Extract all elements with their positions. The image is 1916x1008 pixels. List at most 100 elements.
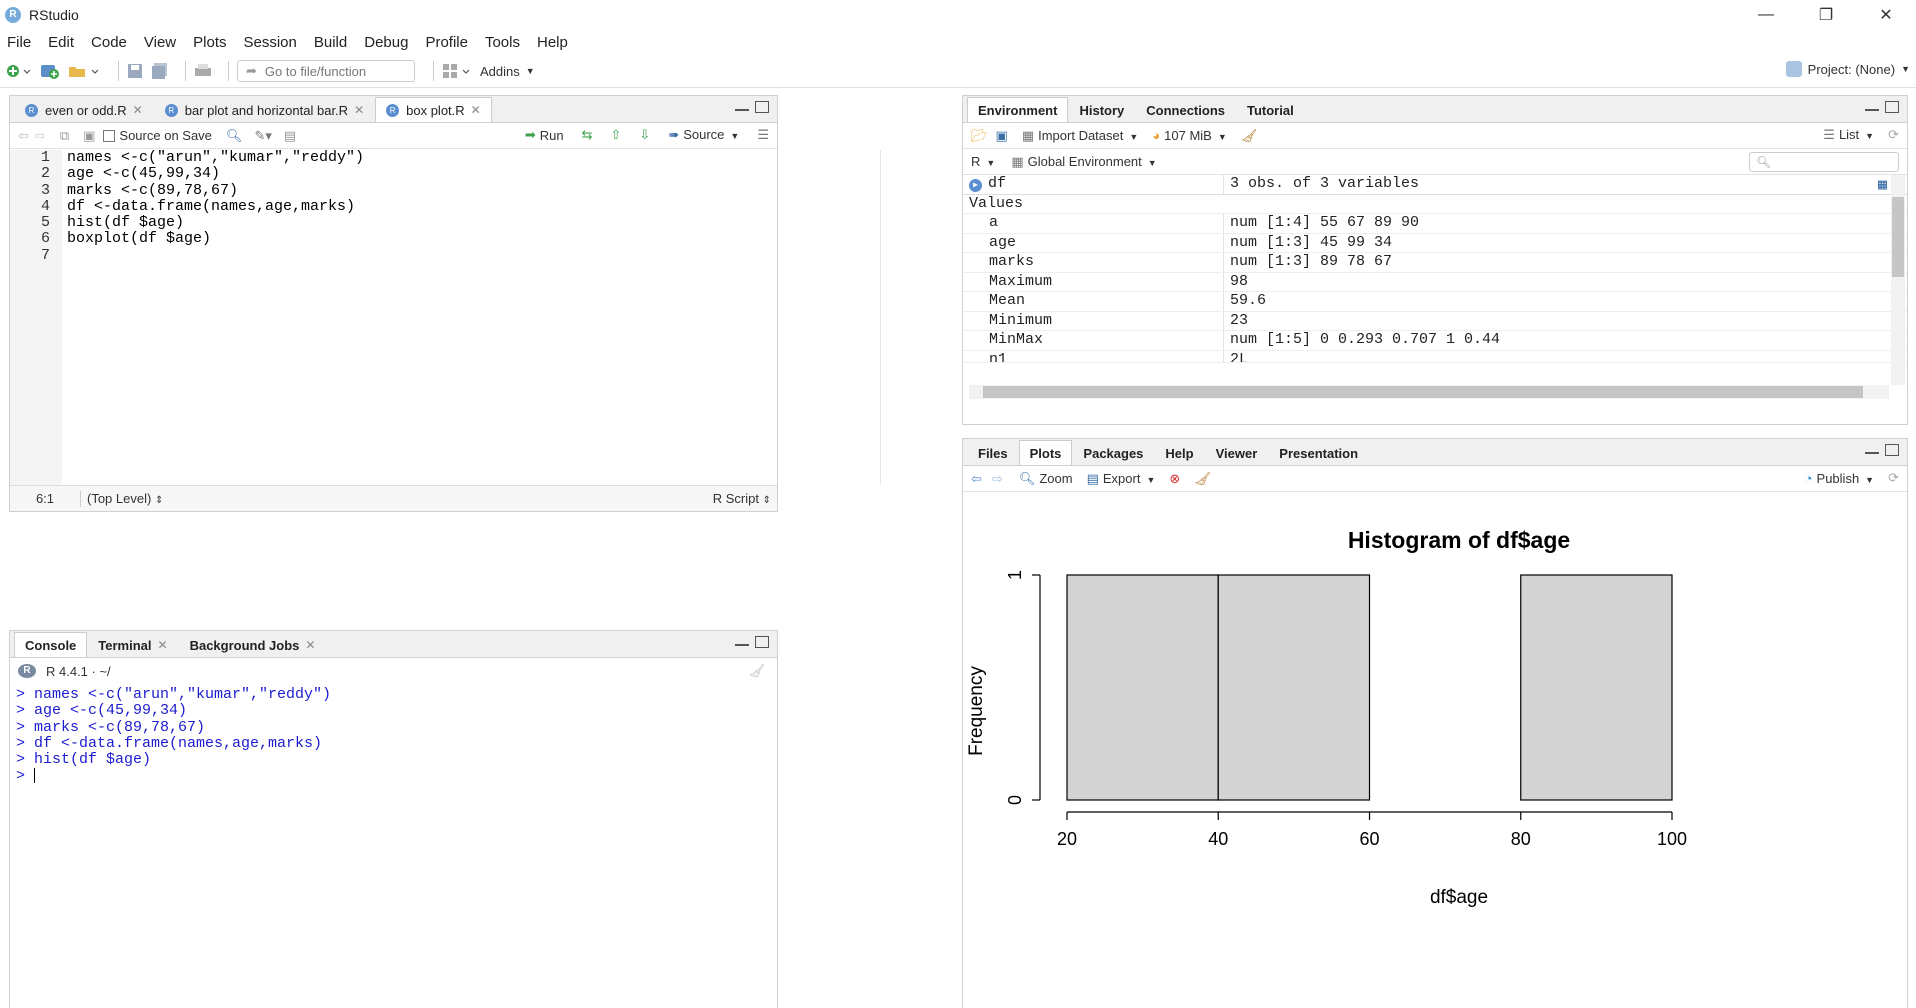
tab-background-jobs[interactable]: Background Jobs ✕: [179, 632, 327, 657]
expand-icon[interactable]: ▶: [969, 179, 982, 192]
tab-tutorial[interactable]: Tutorial: [1236, 97, 1305, 122]
next-plot-icon[interactable]: ⇨: [992, 471, 1003, 487]
addins-menu[interactable]: Addins ▼: [480, 64, 535, 79]
search-icon[interactable]: 🔍︎: [226, 128, 243, 144]
table-row[interactable]: Maximum 98: [963, 272, 1907, 292]
save-icon[interactable]: ▣: [83, 128, 95, 144]
show-in-window-icon[interactable]: ⧉: [60, 128, 69, 144]
tab-viewer[interactable]: Viewer: [1205, 440, 1269, 465]
tab-connections[interactable]: Connections: [1135, 97, 1236, 122]
list-view-selector[interactable]: ☰ List ▼: [1823, 127, 1874, 143]
broom-icon[interactable]: 🧹︎: [1194, 471, 1211, 487]
view-data-icon[interactable]: ▦: [1878, 175, 1887, 194]
table-row[interactable]: a num [1:4] 55 67 89 90: [963, 214, 1907, 234]
minimize-pane-icon[interactable]: [1865, 444, 1879, 454]
minimize-pane-icon[interactable]: [735, 636, 749, 646]
tab-terminal[interactable]: Terminal ✕: [87, 632, 178, 657]
minimize-pane-icon[interactable]: [735, 101, 749, 111]
save-icon[interactable]: [127, 63, 143, 79]
back-arrow-icon[interactable]: ⇦: [18, 128, 29, 144]
maximize-pane-icon[interactable]: [755, 636, 769, 648]
close-tab-icon[interactable]: ✕: [133, 103, 143, 117]
menu-session[interactable]: Session: [244, 34, 297, 51]
menu-plots[interactable]: Plots: [193, 34, 226, 51]
outline-icon[interactable]: ☰: [757, 127, 769, 143]
new-file-icon[interactable]: [6, 63, 32, 79]
menu-help[interactable]: Help: [537, 34, 568, 51]
tab-box-plot[interactable]: Rbox plot.R ✕: [375, 97, 492, 122]
environment-search-input[interactable]: 🔍︎: [1749, 152, 1899, 172]
save-all-icon[interactable]: [151, 63, 169, 79]
maximize-button[interactable]: ❐: [1796, 0, 1856, 29]
table-row[interactable]: ▶ df 3 obs. of 3 variables ▦: [963, 175, 1907, 195]
console-prompt[interactable]: >: [16, 768, 331, 785]
menu-debug[interactable]: Debug: [364, 34, 408, 51]
tab-plots[interactable]: Plots: [1018, 440, 1073, 465]
refresh-icon[interactable]: ⟳: [1888, 127, 1899, 143]
goto-file-input[interactable]: ➦ Go to file/function: [237, 60, 415, 82]
maximize-pane-icon[interactable]: [1885, 101, 1899, 113]
open-file-icon[interactable]: [68, 63, 102, 79]
table-row[interactable]: Minimum 23: [963, 311, 1907, 331]
minimize-button[interactable]: —: [1736, 0, 1796, 29]
load-workspace-icon[interactable]: 📂︎: [971, 128, 988, 144]
tab-presentation[interactable]: Presentation: [1268, 440, 1369, 465]
maximize-pane-icon[interactable]: [1885, 444, 1899, 456]
menu-build[interactable]: Build: [314, 34, 347, 51]
menu-profile[interactable]: Profile: [425, 34, 468, 51]
down-arrow-icon[interactable]: ⇩: [639, 127, 650, 143]
tab-files[interactable]: Files: [967, 440, 1019, 465]
code-editor[interactable]: 1 2 3 4 5 6 7 names <-c("arun","kumar","…: [10, 149, 881, 485]
close-button[interactable]: ✕: [1856, 0, 1916, 29]
environment-selector[interactable]: ▦ Global Environment ▼: [1011, 154, 1156, 170]
tab-console[interactable]: Console: [14, 632, 88, 657]
memory-usage[interactable]: ◕ 107 MiB ▼: [1152, 128, 1226, 143]
close-tab-icon[interactable]: ✕: [471, 103, 481, 117]
tab-history[interactable]: History: [1068, 97, 1135, 122]
import-dataset-button[interactable]: ▦ Import Dataset ▼: [1022, 128, 1138, 144]
run-button[interactable]: ➡ Run: [525, 127, 564, 143]
tab-environment[interactable]: Environment: [967, 97, 1069, 122]
publish-button[interactable]: ◔ Publish ▼: [1805, 471, 1874, 486]
print-icon[interactable]: [194, 63, 212, 79]
tab-even-or-odd[interactable]: Reven or odd.R ✕: [14, 97, 154, 122]
horizontal-scrollbar[interactable]: [969, 385, 1889, 399]
refresh-icon[interactable]: ⟳: [1888, 470, 1899, 486]
menu-edit[interactable]: Edit: [48, 34, 74, 51]
table-row[interactable]: age num [1:3] 45 99 34: [963, 233, 1907, 253]
console-output[interactable]: > names <-c("arun","kumar","reddy") > ag…: [16, 686, 331, 785]
save-workspace-icon[interactable]: ▣: [996, 128, 1008, 144]
tab-help[interactable]: Help: [1154, 440, 1204, 465]
table-row[interactable]: Mean 59.6: [963, 292, 1907, 312]
language-selector[interactable]: R ▼: [971, 154, 995, 169]
source-button[interactable]: ➠ Source ▼: [668, 127, 739, 143]
close-tab-icon[interactable]: ✕: [354, 103, 364, 117]
file-type-selector[interactable]: R Script ⇕: [713, 491, 771, 506]
menu-view[interactable]: View: [144, 34, 176, 51]
vertical-scrollbar[interactable]: [1891, 175, 1905, 385]
scope-selector[interactable]: (Top Level) ⇕: [87, 491, 163, 506]
source-on-save-checkbox[interactable]: [103, 129, 116, 142]
remove-plot-icon[interactable]: ⊗: [1169, 471, 1180, 487]
table-row[interactable]: marks num [1:3] 89 78 67: [963, 253, 1907, 273]
forward-arrow-icon[interactable]: ⇨: [35, 128, 46, 144]
menu-file[interactable]: File: [7, 34, 31, 51]
table-row[interactable]: MinMax num [1:5] 0 0.293 0.707 1 0.44: [963, 331, 1907, 351]
table-row[interactable]: n1 2L: [963, 350, 1907, 363]
menu-tools[interactable]: Tools: [485, 34, 520, 51]
grid-layout-icon[interactable]: [442, 63, 472, 79]
previous-plot-icon[interactable]: ⇦: [971, 471, 982, 487]
close-tab-icon[interactable]: ✕: [158, 638, 168, 652]
clear-console-icon[interactable]: 🧹︎: [748, 663, 765, 679]
up-arrow-icon[interactable]: ⇧: [611, 127, 622, 143]
minimize-pane-icon[interactable]: [1865, 101, 1879, 111]
close-tab-icon[interactable]: ✕: [305, 638, 315, 652]
export-button[interactable]: ▤ Export ▼: [1087, 471, 1156, 487]
project-menu[interactable]: Project: (None) ▼: [1785, 61, 1910, 77]
code-lines[interactable]: names <-c("arun","kumar","reddy") age <-…: [67, 149, 697, 264]
new-project-icon[interactable]: [40, 62, 60, 80]
magic-wand-icon[interactable]: ✎▾: [254, 128, 271, 144]
tab-packages[interactable]: Packages: [1072, 440, 1154, 465]
tab-bar-plot[interactable]: Rbar plot and horizontal bar.R ✕: [154, 97, 375, 122]
broom-icon[interactable]: 🧹︎: [1241, 128, 1258, 144]
